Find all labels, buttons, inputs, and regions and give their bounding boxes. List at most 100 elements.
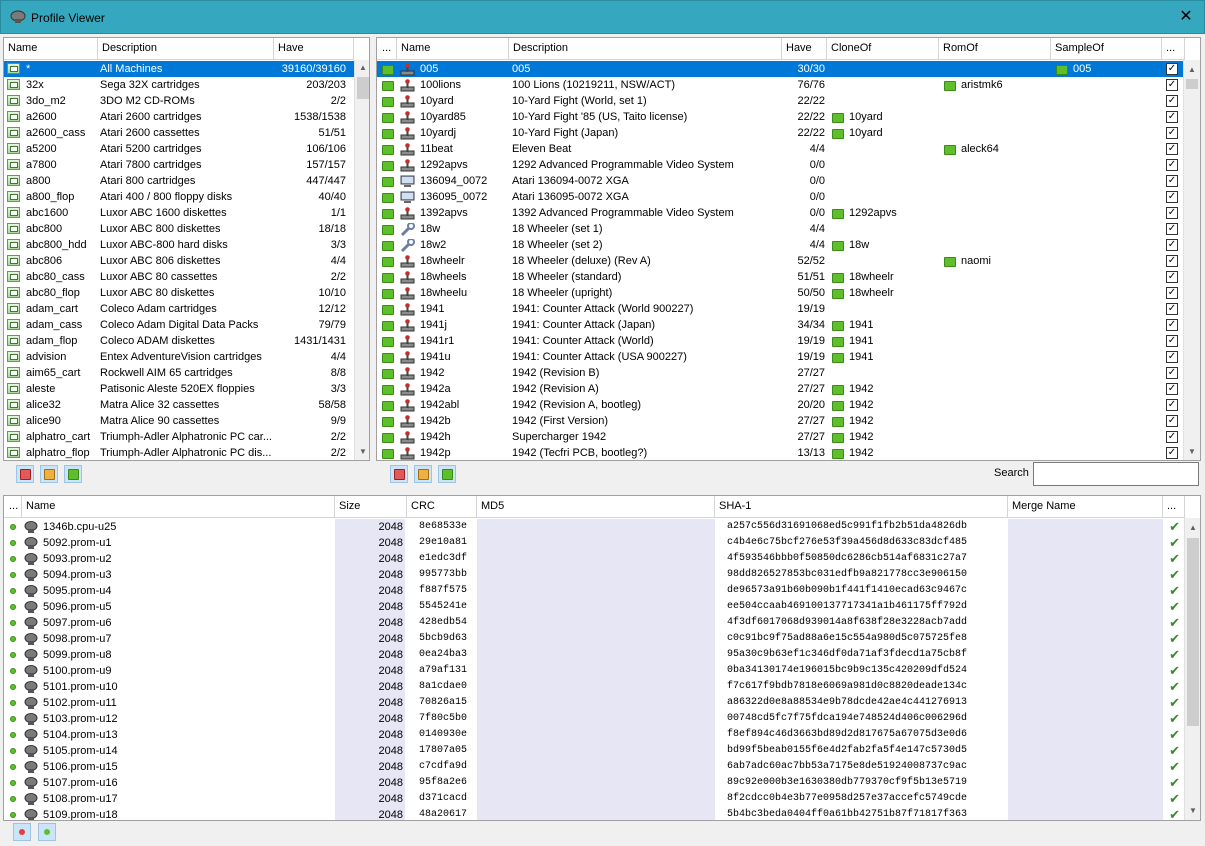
filter-red-button[interactable] <box>16 465 34 483</box>
checkbox[interactable]: ✓ <box>1166 223 1178 235</box>
game-row[interactable]: 1941r1 1941: Counter Attack (World) 19/19 1… <box>377 333 1183 349</box>
scroll-down-icon[interactable]: ▼ <box>1185 803 1200 819</box>
rom-row[interactable]: 5107.prom-u16 2048 95f8a2e6 89c92e000b3e163… <box>4 775 1184 791</box>
game-row[interactable]: 10yardj 10-Yard Fight (Japan) 22/22 10yard ✓ <box>377 125 1183 141</box>
column-header-size[interactable]: Size <box>335 496 407 518</box>
column-header-romof[interactable]: RomOf <box>939 38 1051 60</box>
scroll-up-icon[interactable]: ▲ <box>1185 520 1200 536</box>
game-row[interactable]: 1941 1941: Counter Attack (World 900227) 1… <box>377 301 1183 317</box>
game-row[interactable]: 1942 1942 (Revision B) 27/27 ✓ <box>377 365 1183 381</box>
checkbox[interactable]: ✓ <box>1166 207 1178 219</box>
game-row[interactable]: 1942h Supercharger 1942 27/27 1942 ✓ <box>377 429 1183 445</box>
rom-row[interactable]: 5108.prom-u17 2048 d371cacd 8f2cdcc0b4e3b77… <box>4 791 1184 807</box>
checkbox[interactable]: ✓ <box>1166 127 1178 139</box>
rom-row[interactable]: 5100.prom-u9 2048 a79af131 0ba34130174e1960… <box>4 663 1184 679</box>
machine-row[interactable]: advision Entex AdventureVision cartridges… <box>4 349 354 365</box>
search-input[interactable] <box>1033 462 1199 486</box>
game-row[interactable]: 1941u 1941: Counter Attack (USA 900227) 19… <box>377 349 1183 365</box>
column-header-merge-name[interactable]: Merge Name <box>1008 496 1163 518</box>
checkbox[interactable]: ✓ <box>1166 79 1178 91</box>
column-header-name[interactable]: Name <box>4 38 98 60</box>
game-row[interactable]: 1942b 1942 (First Version) 27/27 1942 ✓ <box>377 413 1183 429</box>
column-header-more[interactable]: ... <box>4 496 22 518</box>
rom-row[interactable]: 1346b.cpu-u25 2048 8e68533e a257c556d316910… <box>4 519 1184 535</box>
game-row[interactable]: 10yard 10-Yard Fight (World, set 1) 22/22 ✓ <box>377 93 1183 109</box>
machine-row[interactable]: abc806 Luxor ABC 806 diskettes 4/4 <box>4 253 354 269</box>
checkbox[interactable]: ✓ <box>1166 271 1178 283</box>
machine-row[interactable]: abc80_cass Luxor ABC 80 cassettes 2/2 <box>4 269 354 285</box>
rom-list-scrollbar[interactable]: ▲ ▼ <box>1184 518 1200 820</box>
game-list-scrollbar[interactable]: ▲ ▼ <box>1183 60 1200 460</box>
checkbox[interactable]: ✓ <box>1166 303 1178 315</box>
rom-row[interactable]: 5095.prom-u4 2048 f887f575 de96573a91b60b09… <box>4 583 1184 599</box>
machine-row[interactable]: abc80_flop Luxor ABC 80 diskettes 10/10 <box>4 285 354 301</box>
rom-row[interactable]: 5092.prom-u1 2048 29e10a81 c4b4e6c75bcf276e… <box>4 535 1184 551</box>
machine-row[interactable]: abc1600 Luxor ABC 1600 diskettes 1/1 <box>4 205 354 221</box>
game-row[interactable]: 100lions 100 Lions (10219211, NSW/ACT) 76/… <box>377 77 1183 93</box>
column-header-name[interactable]: Name <box>22 496 335 518</box>
column-header-description[interactable]: Description <box>509 38 782 60</box>
game-row[interactable]: 136095_0072 Atari 136095-0072 XGA 0/0 ✓ <box>377 189 1183 205</box>
game-row[interactable]: 1942abl 1942 (Revision A, bootleg) 20/20 19… <box>377 397 1183 413</box>
column-header-crc[interactable]: CRC <box>407 496 477 518</box>
game-row[interactable]: 18wheelu 18 Wheeler (upright) 50/50 18wheel… <box>377 285 1183 301</box>
filter-yellow-button[interactable] <box>40 465 58 483</box>
checkbox[interactable]: ✓ <box>1166 399 1178 411</box>
column-header-md5[interactable]: MD5 <box>477 496 715 518</box>
checkbox[interactable]: ✓ <box>1166 111 1178 123</box>
checkbox[interactable]: ✓ <box>1166 351 1178 363</box>
column-header-sha1[interactable]: SHA-1 <box>715 496 1008 518</box>
game-row[interactable]: 136094_0072 Atari 136094-0072 XGA 0/0 ✓ <box>377 173 1183 189</box>
machine-row[interactable]: * All Machines 39160/39160 <box>4 61 354 77</box>
game-row[interactable]: 1292apvs 1292 Advanced Programmable Video… <box>377 157 1183 173</box>
filter-found-button[interactable] <box>38 823 56 841</box>
scroll-up-icon[interactable]: ▲ <box>355 60 369 76</box>
game-row[interactable]: 10yard85 10-Yard Fight '85 (US, Taito lic… <box>377 109 1183 125</box>
checkbox[interactable]: ✓ <box>1166 191 1178 203</box>
rom-row[interactable]: 5097.prom-u6 2048 428edb54 4f3df6017068d939… <box>4 615 1184 631</box>
scroll-up-icon[interactable]: ▲ <box>1184 62 1200 78</box>
machine-row[interactable]: 3do_m2 3DO M2 CD-ROMs 2/2 <box>4 93 354 109</box>
filter-yellow-button[interactable] <box>414 465 432 483</box>
machine-row[interactable]: 32x Sega 32X cartridges 203/203 <box>4 77 354 93</box>
rom-row[interactable]: 5096.prom-u5 2048 5545241e ee504ccaab469100… <box>4 599 1184 615</box>
column-header-have[interactable]: Have <box>782 38 827 60</box>
game-row[interactable]: 18wheelr 18 Wheeler (deluxe) (Rev A) 52/52… <box>377 253 1183 269</box>
machine-row[interactable]: alphatro_flop Triumph-Adler Alphatronic P… <box>4 445 354 460</box>
rom-row[interactable]: 5101.prom-u10 2048 8a1cdae0 f7c617f9bdb7818… <box>4 679 1184 695</box>
machine-row[interactable]: adam_flop Coleco ADAM diskettes 1431/1431 <box>4 333 354 349</box>
machine-row[interactable]: alice32 Matra Alice 32 cassettes 58/58 <box>4 397 354 413</box>
checkbox[interactable]: ✓ <box>1166 239 1178 251</box>
machine-row[interactable]: aim65_cart Rockwell AIM 65 cartridges 8/8 <box>4 365 354 381</box>
checkbox[interactable]: ✓ <box>1166 63 1178 75</box>
machine-row[interactable]: adam_cass Coleco Adam Digital Data Packs 7… <box>4 317 354 333</box>
rom-row[interactable]: 5102.prom-u11 2048 70826a15 a86322d0e8a8853… <box>4 695 1184 711</box>
machine-row[interactable]: alphatro_cart Triumph-Adler Alphatronic P… <box>4 429 354 445</box>
column-header-description[interactable]: Description <box>98 38 274 60</box>
checkbox[interactable]: ✓ <box>1166 175 1178 187</box>
game-row[interactable]: 1392apvs 1392 Advanced Programmable Video… <box>377 205 1183 221</box>
checkbox[interactable]: ✓ <box>1166 383 1178 395</box>
rom-row[interactable]: 5099.prom-u8 2048 0ea24ba3 95a30c9b63ef1c34… <box>4 647 1184 663</box>
machine-row[interactable]: a800_flop Atari 400 / 800 floppy disks 40/… <box>4 189 354 205</box>
game-row[interactable]: 18w 18 Wheeler (set 1) 4/4 ✓ <box>377 221 1183 237</box>
checkbox[interactable]: ✓ <box>1166 95 1178 107</box>
column-header-options[interactable]: ... <box>1162 38 1185 60</box>
column-header-have[interactable]: Have <box>274 38 354 60</box>
column-header-sampleof[interactable]: SampleOf <box>1051 38 1162 60</box>
scrollbar-thumb[interactable] <box>357 77 369 99</box>
game-row[interactable]: 1941j 1941: Counter Attack (Japan) 34/34 19… <box>377 317 1183 333</box>
filter-green-button[interactable] <box>438 465 456 483</box>
machine-row[interactable]: a2600_cass Atari 2600 cassettes 51/51 <box>4 125 354 141</box>
rom-row[interactable]: 5103.prom-u12 2048 7f80c5b0 00748cd5fc7f75f… <box>4 711 1184 727</box>
game-row[interactable]: 11beat Eleven Beat 4/4 aleck64 ✓ <box>377 141 1183 157</box>
column-header-options[interactable]: ... <box>1163 496 1185 518</box>
checkbox[interactable]: ✓ <box>1166 287 1178 299</box>
rom-row[interactable]: 5109.prom-u18 2048 48a20617 5b4bc3beda0404f… <box>4 807 1184 820</box>
machine-row[interactable]: a800 Atari 800 cartridges 447/447 <box>4 173 354 189</box>
scroll-down-icon[interactable]: ▼ <box>355 444 369 460</box>
game-row[interactable]: 18wheels 18 Wheeler (standard) 51/51 18whee… <box>377 269 1183 285</box>
rom-row[interactable]: 5105.prom-u14 2048 17807a05 bd99f5beab0155f… <box>4 743 1184 759</box>
checkbox[interactable]: ✓ <box>1166 255 1178 267</box>
machine-row[interactable]: a2600 Atari 2600 cartridges 1538/1538 <box>4 109 354 125</box>
